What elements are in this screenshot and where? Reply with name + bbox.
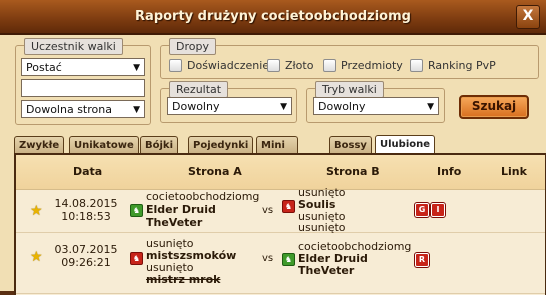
drop-experience-checkbox[interactable]: Doświadczenie [169, 59, 269, 72]
search-button[interactable]: Szukaj [459, 95, 529, 119]
row-date-time: 10:18:53 [61, 210, 111, 223]
window-title: Raporty drużyny cocietoobchodziomg [135, 9, 411, 24]
tab-favorites[interactable]: Ulubione [375, 135, 436, 155]
loser-icon: ♞ [130, 252, 143, 265]
participant-filter: Uczestnik walki Postać ▼ Dowolna strona … [15, 38, 151, 125]
reports-table: Data Strona A Strona B Info Link ★ 14.08… [14, 153, 546, 295]
checkbox-icon [323, 59, 336, 72]
row-date-day: 03.07.2015 [54, 243, 118, 256]
mode-legend: Tryb walki [315, 81, 384, 98]
side-b-player[interactable]: TheVeter [298, 264, 354, 277]
header-link: Link [501, 165, 527, 178]
drop-items-label: Przedmioty [341, 59, 403, 72]
reports-window: Raporty drużyny cocietoobchodziomg X Ucz… [0, 0, 546, 295]
winner-icon: ♞ [282, 253, 295, 266]
loser-icon: ♞ [282, 200, 295, 213]
table-row[interactable]: ★ 03.07.2015 09:26:21 usunięto ♞ mistszs… [16, 233, 545, 294]
side-value: Dowolna strona [26, 103, 112, 116]
tab-normal[interactable]: Zwykłe [14, 136, 65, 154]
side-select[interactable]: Dowolna strona ▼ [21, 100, 145, 118]
row-date: 03.07.2015 09:26:21 [51, 243, 121, 269]
gold-info-icon[interactable]: G [414, 202, 430, 218]
drop-items-checkbox[interactable]: Przedmioty [323, 59, 403, 72]
title-bar[interactable]: Raporty drużyny cocietoobchodziomg X [0, 0, 546, 35]
drop-pvp-ranking-checkbox[interactable]: Ranking PvP [410, 59, 496, 72]
side-a-player[interactable]: TheVeter [146, 216, 202, 229]
header-side-b: Strona B [326, 165, 380, 178]
drops-legend: Dropy [169, 38, 216, 55]
mode-select[interactable]: Dowolny ▼ [313, 97, 439, 115]
participant-name-input[interactable] [21, 79, 145, 97]
side-a-player[interactable]: Elder Druid [146, 203, 216, 216]
versus-label: vs [262, 253, 274, 264]
result-filter: Rezultat Dowolny ▼ [160, 81, 297, 123]
drop-gold-label: Złoto [285, 59, 314, 72]
checkbox-icon [410, 59, 423, 72]
drop-pvp-ranking-label: Ranking PvP [428, 59, 496, 72]
close-button[interactable]: X [516, 5, 540, 29]
chevron-down-icon: ▼ [427, 102, 434, 112]
result-legend: Rezultat [169, 81, 229, 98]
drop-gold-checkbox[interactable]: Złoto [267, 59, 313, 72]
table-row[interactable]: ★ 14.08.2015 10:18:53 cocietoobchodziomg… [16, 186, 545, 234]
header-info: Info [437, 165, 462, 178]
winner-icon: ♞ [130, 204, 143, 217]
chevron-down-icon: ▼ [133, 63, 140, 73]
tab-duels[interactable]: Pojedynki [188, 136, 254, 154]
header-side-a: Strona A [188, 165, 242, 178]
checkbox-icon [267, 59, 280, 72]
character-type-value: Postać [26, 61, 62, 74]
checkbox-icon [169, 59, 182, 72]
tab-mini-bosses[interactable]: Mini bossy [256, 136, 299, 168]
star-icon[interactable]: ★ [30, 203, 43, 219]
versus-label: vs [262, 205, 274, 216]
item-info-icon[interactable]: I [430, 202, 446, 218]
result-select[interactable]: Dowolny ▼ [167, 97, 292, 115]
chevron-down-icon: ▼ [133, 105, 140, 115]
mode-value: Dowolny [318, 100, 366, 113]
participant-legend: Uczestnik walki [24, 38, 123, 55]
header-date: Data [73, 165, 103, 178]
mode-filter: Tryb walki Dowolny ▼ [306, 81, 445, 123]
table-header: Data Strona A Strona B Info Link [16, 155, 545, 190]
drops-filter: Dropy Doświadczenie Złoto Przedmioty Ran… [160, 38, 539, 79]
star-icon[interactable]: ★ [30, 249, 43, 265]
result-value: Dowolny [172, 100, 220, 113]
tab-unique[interactable]: Unikatowe [69, 136, 139, 154]
character-type-select[interactable]: Postać ▼ [21, 58, 145, 76]
report-info-icon[interactable]: R [414, 252, 430, 268]
row-date: 14.08.2015 10:18:53 [51, 197, 121, 223]
drop-experience-label: Doświadczenie [187, 59, 270, 72]
side-a-player[interactable]: mistrz mrok [146, 273, 220, 286]
chevron-down-icon: ▼ [280, 102, 287, 112]
tab-bosses[interactable]: Bossy [329, 136, 372, 154]
row-date-time: 09:26:21 [61, 256, 111, 269]
row-date-day: 14.08.2015 [54, 197, 118, 210]
side-a-team[interactable]: cocietoobchodziomg [146, 190, 259, 203]
tab-brawls[interactable]: Bójki [140, 136, 178, 154]
